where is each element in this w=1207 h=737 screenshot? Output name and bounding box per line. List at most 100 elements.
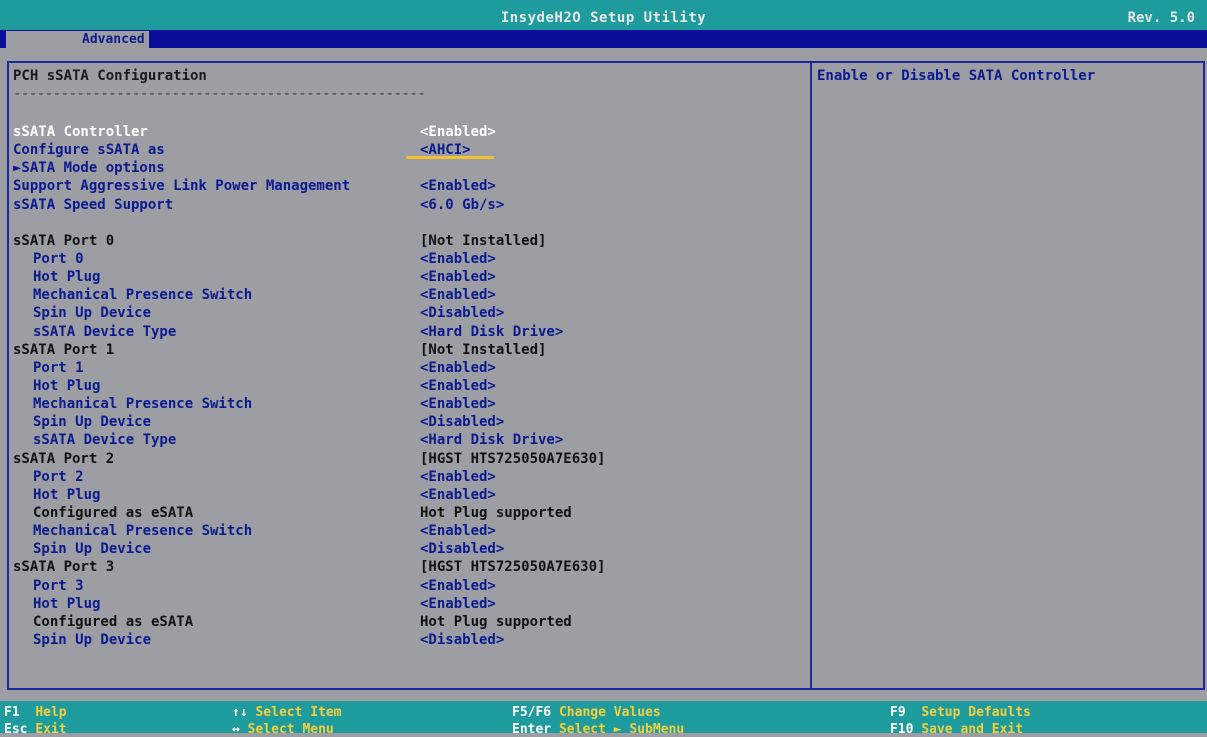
setting-row[interactable]: sSATA Speed Support <6.0 Gb/s> xyxy=(13,197,803,215)
setting-row: sSATA Port 0 [Not Installed] xyxy=(13,233,803,251)
setting-row xyxy=(13,215,803,233)
f10-desc: Save and Exit xyxy=(921,722,1024,737)
setting-value[interactable]: <Enabled> xyxy=(420,596,496,612)
setting-row: Configured as eSATA Hot Plug supported xyxy=(13,614,803,632)
setting-row[interactable]: Hot Plug <Enabled> xyxy=(13,487,803,505)
esc-desc: Exit xyxy=(35,722,67,737)
setting-row[interactable]: Hot Plug <Enabled> xyxy=(13,269,803,287)
setting-row[interactable]: Hot Plug <Enabled> xyxy=(13,596,803,614)
enter-key: Enter xyxy=(512,722,552,737)
setting-row[interactable]: sSATA Device Type <Hard Disk Drive> xyxy=(13,324,803,342)
setting-row[interactable]: Port 3 <Enabled> xyxy=(13,578,803,596)
setting-value[interactable]: <Enabled> xyxy=(420,523,496,539)
setting-row[interactable]: Port 1 <Enabled> xyxy=(13,360,803,378)
f1-key: F1 xyxy=(4,705,20,720)
setting-row[interactable]: sSATA Device Type <Hard Disk Drive> xyxy=(13,432,803,450)
setting-value: [Not Installed] xyxy=(420,232,547,249)
setting-label: sSATA Device Type xyxy=(33,323,177,340)
setting-value: [HGST HTS725050A7E630] xyxy=(420,559,606,576)
setting-label: sSATA Port 1 xyxy=(13,341,115,358)
setting-label: Hot Plug xyxy=(33,486,101,503)
esc-key: Esc xyxy=(4,722,28,737)
footer-f1: F1 Help xyxy=(4,705,67,720)
setting-value[interactable]: <Enabled> xyxy=(420,378,496,394)
setting-value[interactable]: <Enabled> xyxy=(420,269,496,285)
lr-desc: Select Menu xyxy=(247,722,334,737)
setting-value[interactable]: <Enabled> xyxy=(420,396,496,412)
setting-value[interactable]: <Disabled> xyxy=(420,632,504,648)
setting-row: Configured as eSATA Hot Plug supported xyxy=(13,505,803,523)
lr-key: ↔ xyxy=(232,722,240,737)
footer-select-item: ↑↓ Select Item xyxy=(232,705,342,720)
setting-value[interactable]: <Enabled> xyxy=(420,487,496,503)
setting-label: sSATA Port 0 xyxy=(13,232,115,249)
setting-value[interactable]: <Hard Disk Drive> xyxy=(420,324,563,340)
setting-row[interactable]: Spin Up Device <Disabled> xyxy=(13,305,803,323)
footer-bar: F1 Help Esc Exit ↑↓ Select Item ↔ Select… xyxy=(0,701,1207,737)
setting-label: Mechanical Presence Switch xyxy=(33,287,253,304)
setting-row[interactable]: Port 2 <Enabled> xyxy=(13,469,803,487)
setting-label: Hot Plug xyxy=(33,269,101,286)
title-bar: InsydeH2O Setup Utility Rev. 5.0 xyxy=(0,0,1207,30)
app-title: InsydeH2O Setup Utility xyxy=(500,10,707,26)
revision-label: Rev. 5.0 xyxy=(1127,10,1195,26)
footer-setup-defaults: F9 Setup Defaults xyxy=(890,705,1031,720)
setting-row[interactable]: Port 0 <Enabled> xyxy=(13,251,803,269)
updown-desc: Select Item xyxy=(255,705,342,720)
setting-value[interactable]: <Enabled> xyxy=(420,578,496,594)
setting-label: sSATA Port 2 xyxy=(13,450,115,467)
settings-list: sSATA Controller <Enabled> Configure sSATA… xyxy=(13,124,803,650)
setting-label: sSATA Controller xyxy=(13,124,148,140)
setting-value: Hot Plug supported xyxy=(420,504,572,521)
help-text: Enable or Disable SATA Controller xyxy=(817,68,1096,84)
setting-value[interactable]: <Disabled> xyxy=(420,541,504,557)
setting-row[interactable]: sSATA Controller <Enabled> xyxy=(13,124,803,142)
setting-row[interactable]: Support Aggressive Link Power Management… xyxy=(13,178,803,196)
footer-save-exit: F10 Save and Exit xyxy=(890,722,1023,737)
f10-key: F10 xyxy=(890,722,914,737)
setting-row[interactable]: Spin Up Device <Disabled> xyxy=(13,541,803,559)
page-title: PCH sSATA Configuration xyxy=(13,68,207,84)
panel-divider xyxy=(810,61,812,690)
setting-label: sSATA Speed Support xyxy=(13,196,174,213)
setting-label: Port 3 xyxy=(33,577,84,594)
setting-row[interactable]: Mechanical Presence Switch <Enabled> xyxy=(13,396,803,414)
f9-desc: Setup Defaults xyxy=(921,705,1031,720)
f9-key: F9 xyxy=(890,705,906,720)
setting-label: Configured as eSATA xyxy=(33,613,194,630)
setting-value[interactable]: <Enabled> xyxy=(420,469,496,485)
setting-value[interactable]: <Disabled> xyxy=(420,305,504,321)
setting-label: Spin Up Device xyxy=(33,414,152,431)
f5f6-desc: Change Values xyxy=(558,705,661,720)
setting-label: Spin Up Device xyxy=(33,631,152,648)
setting-value[interactable]: <Enabled> xyxy=(420,124,496,140)
setting-label: Hot Plug xyxy=(33,377,101,394)
setting-label: Port 2 xyxy=(33,468,84,485)
menu-bar xyxy=(0,30,1207,48)
setting-label: Port 1 xyxy=(33,359,84,376)
setting-value[interactable]: <Disabled> xyxy=(420,414,504,430)
setting-row: sSATA Port 2 [HGST HTS725050A7E630] xyxy=(13,451,803,469)
setting-value[interactable]: <6.0 Gb/s> xyxy=(420,197,504,213)
setting-value[interactable]: <Enabled> xyxy=(420,251,496,267)
setting-row[interactable]: Spin Up Device <Disabled> xyxy=(13,632,803,650)
setting-value[interactable]: <Enabled> xyxy=(420,287,496,303)
title-separator: ----------------------------------------… xyxy=(13,86,426,102)
setting-row[interactable]: ►SATA Mode options xyxy=(13,160,803,178)
setting-row[interactable]: Spin Up Device <Disabled> xyxy=(13,414,803,432)
setting-label: Support Aggressive Link Power Management xyxy=(13,178,351,195)
tab-advanced[interactable]: Advanced xyxy=(6,31,149,48)
setting-value[interactable]: <Enabled> xyxy=(420,360,496,376)
setting-row[interactable]: Mechanical Presence Switch <Enabled> xyxy=(13,287,803,305)
setting-row[interactable]: Mechanical Presence Switch <Enabled> xyxy=(13,523,803,541)
setting-label: Hot Plug xyxy=(33,595,101,612)
footer-esc: Esc Exit xyxy=(4,722,67,737)
setting-row[interactable]: Hot Plug <Enabled> xyxy=(13,378,803,396)
setting-value: [HGST HTS725050A7E630] xyxy=(420,450,606,467)
setting-value[interactable]: <Hard Disk Drive> xyxy=(420,432,563,448)
setting-label: Mechanical Presence Switch xyxy=(33,523,253,540)
selection-highlight xyxy=(406,156,494,159)
setting-label: Port 0 xyxy=(33,250,84,267)
footer-change-values: F5/F6 Change Values xyxy=(512,705,661,720)
setting-value[interactable]: <Enabled> xyxy=(420,178,496,194)
